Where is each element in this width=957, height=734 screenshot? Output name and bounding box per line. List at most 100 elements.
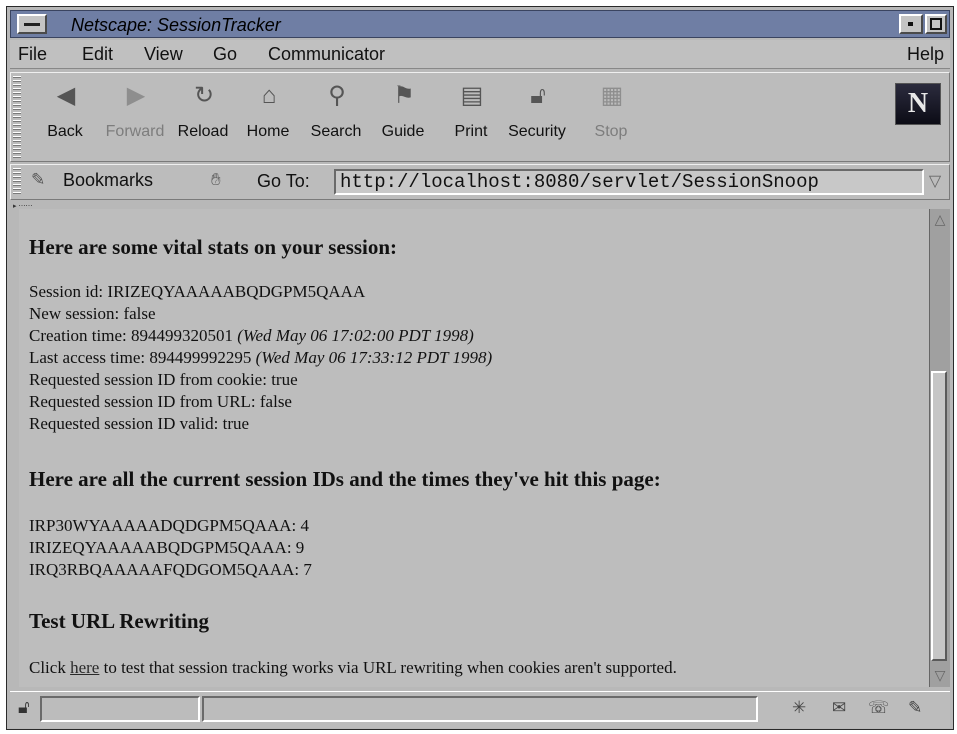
minimize-icon	[908, 22, 913, 26]
page-proxy-icon[interactable]: ✋︎	[211, 170, 221, 190]
creation-date: (Wed May 06 17:02:00 PDT 1998)	[237, 326, 474, 345]
navigation-toolbar: ◀ Back ▶ Forward ↻ Reload ⌂ Home ⚲ Searc…	[10, 72, 950, 162]
menu-communicator[interactable]: Communicator	[268, 44, 385, 65]
url-dropdown-arrow-icon[interactable]: ▽	[925, 171, 945, 193]
back-button[interactable]: ◀ Back	[33, 79, 97, 155]
bookmarks-button[interactable]: Bookmarks	[63, 170, 153, 191]
browser-window: Netscape: SessionTracker File Edit View …	[6, 6, 954, 730]
print-icon: ▤	[460, 82, 484, 109]
location-toolbar: ✎ Bookmarks ✋︎ Go To: http://localhost:8…	[10, 164, 950, 200]
status-message-panel	[202, 696, 758, 722]
creation-label: Creation time:	[29, 326, 131, 345]
from-url-label: Requested session ID from URL:	[29, 392, 260, 411]
menu-edit[interactable]: Edit	[82, 44, 113, 65]
security-status-icon[interactable]: 🔓︎	[18, 697, 30, 718]
status-bar: 🔓︎ ✳ ✉ ☏ ✎	[10, 691, 950, 728]
forward-label: Forward	[105, 123, 165, 140]
minimize-button[interactable]	[899, 14, 923, 34]
from-cookie-value: true	[271, 370, 298, 389]
session-list-item: IRIZEQYAAAAABQDGPM5QAAA: 9	[29, 538, 305, 557]
window-menu-button[interactable]	[17, 14, 47, 34]
back-arrow-icon: ◀	[56, 82, 76, 109]
scroll-down-arrow-icon[interactable]: ▽	[931, 667, 949, 685]
security-lock-icon: 🔓︎	[530, 82, 546, 109]
creation-ms: 894499320501	[130, 326, 233, 345]
from-cookie-line: Requested session ID from cookie: true	[29, 369, 298, 391]
bookmarks-icon: ✎	[31, 170, 46, 189]
scroll-thumb[interactable]	[931, 371, 947, 661]
menu-go[interactable]: Go	[213, 44, 237, 65]
new-session-line: New session: false	[29, 303, 156, 325]
goto-label: Go To:	[257, 171, 310, 191]
last-access-label: Last access time:	[29, 348, 150, 367]
netscape-logo[interactable]: N	[895, 83, 941, 125]
sessions-heading: Here are all the current session IDs and…	[29, 467, 661, 491]
menu-file[interactable]: File	[18, 44, 47, 65]
search-icon: ⚲	[328, 82, 346, 109]
menu-help[interactable]: Help	[907, 44, 944, 65]
valid-value: true	[222, 414, 250, 433]
here-link[interactable]: here	[70, 658, 99, 677]
scroll-up-arrow-icon[interactable]: △	[931, 211, 949, 229]
home-label: Home	[246, 123, 290, 140]
guide-icon: ⚑	[393, 82, 415, 109]
discussion-component-icon[interactable]: ☏	[868, 698, 889, 718]
reload-icon: ↻	[193, 82, 215, 109]
toolbar-grip[interactable]	[13, 76, 21, 158]
composer-component-icon[interactable]: ✎	[908, 698, 922, 718]
stop-label: Stop	[594, 123, 628, 140]
window-menu-icon	[24, 23, 40, 26]
maximize-icon	[930, 18, 942, 30]
security-button[interactable]: 🔓︎ Security	[505, 79, 569, 155]
new-session-value: false	[123, 304, 156, 323]
rewrite-suffix: to test that session tracking works via …	[99, 658, 677, 677]
url-field[interactable]: http://localhost:8080/servlet/SessionSno…	[334, 169, 924, 195]
new-session-label: New session:	[29, 304, 124, 323]
session-list-item: IRP30WYAAAAADQDGPM5QAAA: 4	[29, 516, 310, 535]
back-label: Back	[47, 123, 83, 140]
session-id-line: Session id: IRIZEQYAAAAABQDGPM5QAAA	[29, 281, 365, 303]
stop-icon: ▦	[600, 82, 624, 109]
mail-component-icon[interactable]: ✉	[832, 698, 846, 718]
title-bar: Netscape: SessionTracker	[10, 10, 950, 38]
creation-time-line: Creation time: 894499320501 (Wed May 06 …	[29, 325, 474, 347]
location-grip[interactable]	[13, 168, 21, 196]
forward-arrow-icon: ▶	[126, 82, 146, 109]
progress-panel	[40, 696, 200, 722]
valid-line: Requested session ID valid: true	[29, 413, 249, 435]
maximize-button[interactable]	[925, 14, 947, 34]
from-cookie-label: Requested session ID from cookie:	[29, 370, 272, 389]
rewrite-paragraph: Click here to test that session tracking…	[29, 657, 677, 679]
reload-label: Reload	[177, 123, 229, 140]
last-access-date: (Wed May 06 17:33:12 PDT 1998)	[255, 348, 493, 367]
guide-button[interactable]: ⚑ Guide	[371, 79, 435, 155]
navigator-component-icon[interactable]: ✳	[792, 698, 806, 718]
session-list-item: IRQ3RBQAAAAAFQDGOM5QAAA: 7	[29, 560, 312, 579]
session-id-label: Session id:	[29, 282, 108, 301]
guide-label: Guide	[381, 123, 425, 140]
stats-heading: Here are some vital stats on your sessio…	[29, 235, 398, 259]
session-id-value: IRIZEQYAAAAABQDGPM5QAAA	[107, 282, 366, 301]
menu-view[interactable]: View	[144, 44, 183, 65]
vertical-scrollbar[interactable]: △ ▽	[929, 209, 950, 687]
stop-button[interactable]: ▦ Stop	[579, 79, 643, 155]
print-label: Print	[454, 123, 488, 140]
window-title: Netscape: SessionTracker	[71, 15, 281, 35]
search-button[interactable]: ⚲ Search	[304, 79, 368, 155]
from-url-line: Requested session ID from URL: false	[29, 391, 292, 413]
print-button[interactable]: ▤ Print	[439, 79, 503, 155]
reload-button[interactable]: ↻ Reload	[171, 79, 235, 155]
security-label: Security	[508, 123, 566, 140]
forward-button[interactable]: ▶ Forward	[103, 79, 167, 155]
home-icon: ⌂	[261, 82, 277, 109]
rewrite-prefix: Click	[29, 658, 71, 677]
menu-bar: File Edit View Go Communicator Help	[10, 40, 950, 69]
home-button[interactable]: ⌂ Home	[236, 79, 300, 155]
last-access-line: Last access time: 894499992295 (Wed May …	[29, 347, 492, 369]
last-access-ms: 894499992295	[149, 348, 252, 367]
search-label: Search	[310, 123, 362, 140]
valid-label: Requested session ID valid:	[29, 414, 223, 433]
page-content: Here are some vital stats on your sessio…	[19, 209, 937, 687]
from-url-value: false	[259, 392, 292, 411]
url-rewriting-heading: Test URL Rewriting	[29, 609, 210, 633]
